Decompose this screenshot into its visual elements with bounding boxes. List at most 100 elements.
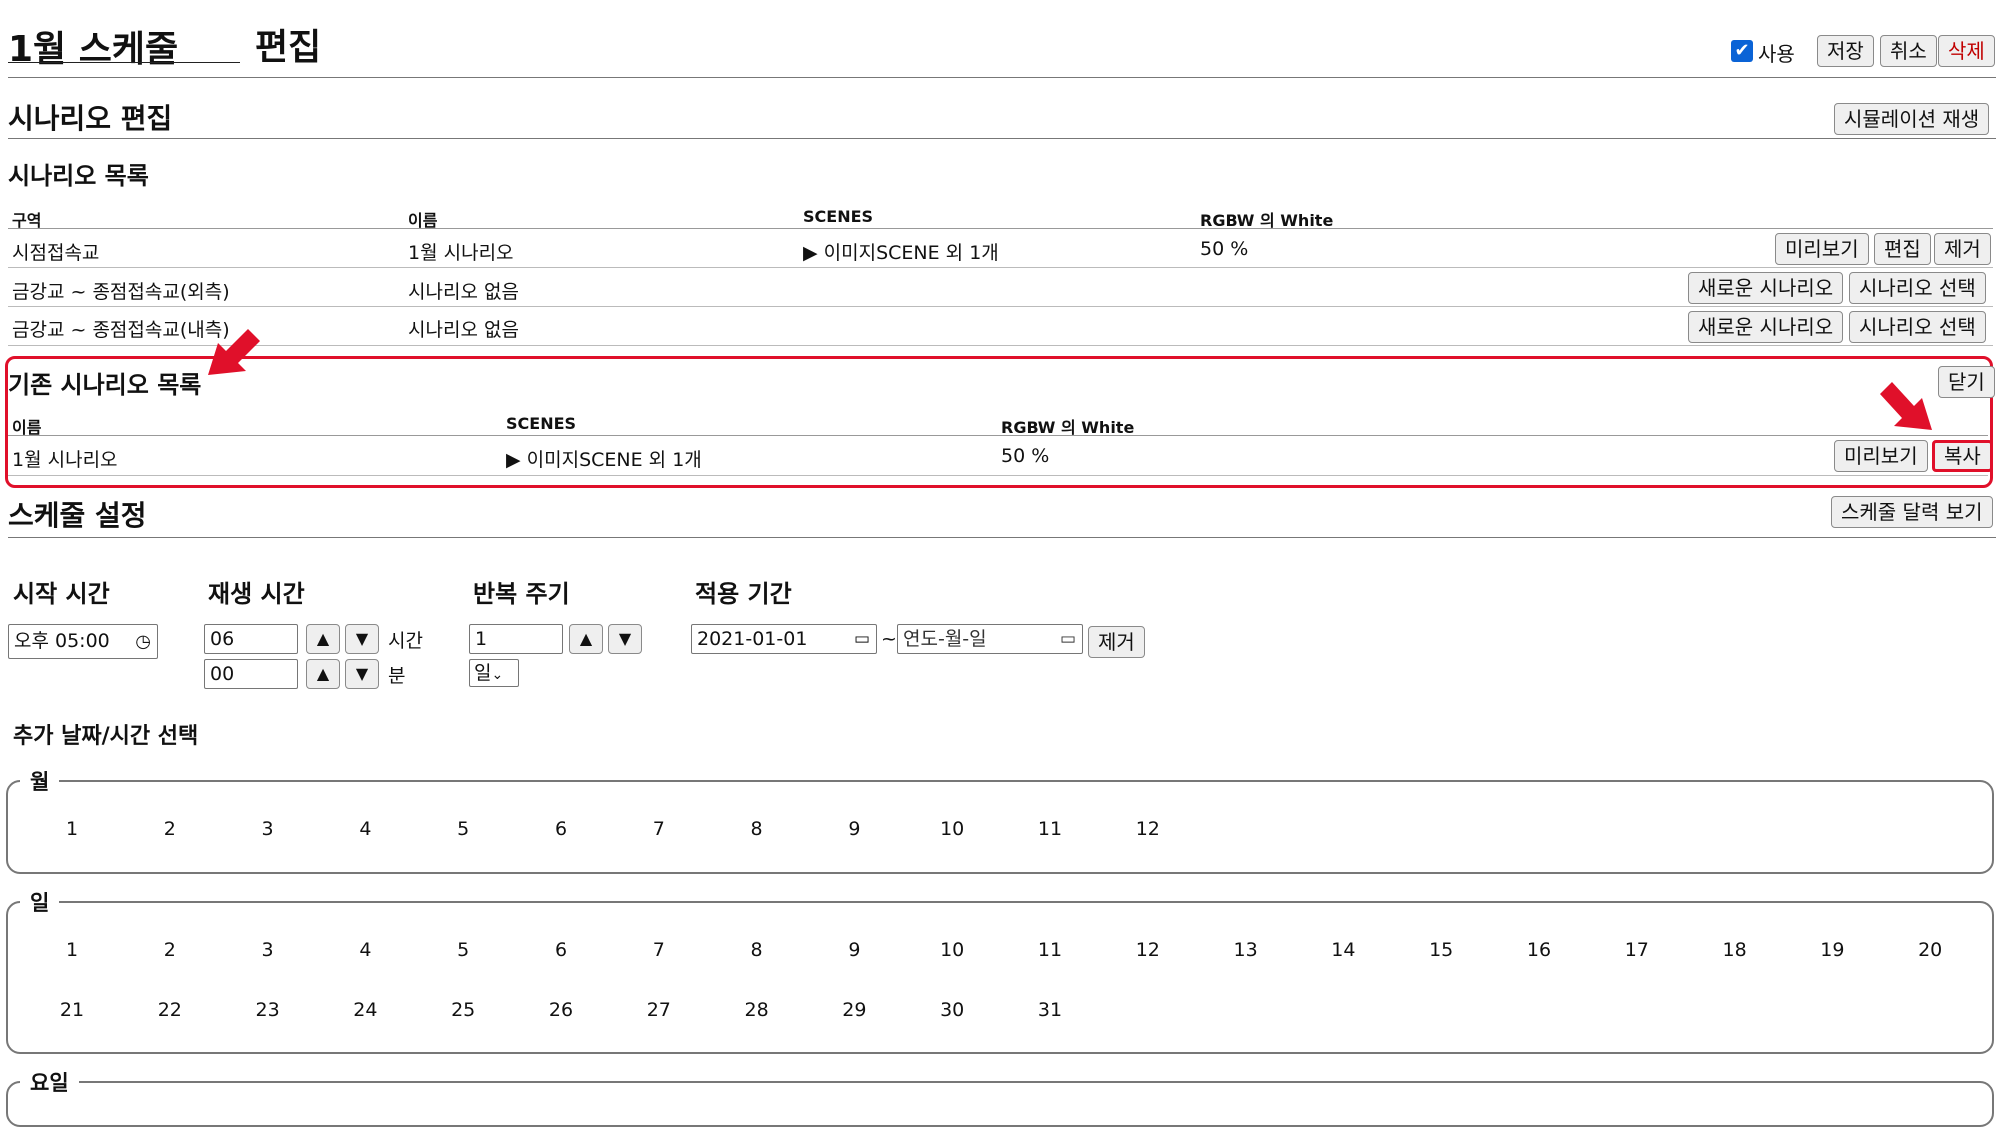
cancel-button[interactable]: 취소 bbox=[1880, 35, 1937, 67]
minutes-up-button[interactable]: ▲ bbox=[306, 659, 340, 689]
day-option[interactable]: 2 bbox=[150, 939, 190, 961]
day-option[interactable]: 29 bbox=[834, 999, 874, 1021]
month-option[interactable]: 4 bbox=[345, 818, 385, 840]
month-option[interactable]: 11 bbox=[1030, 818, 1070, 840]
copy-button[interactable]: 복사 bbox=[1932, 440, 1993, 472]
row1-preview-button[interactable]: 미리보기 bbox=[1775, 233, 1869, 265]
hours-unit: 시간 bbox=[388, 630, 423, 652]
existing-row-scenes[interactable]: ▶ 이미지SCENE 외 1개 bbox=[506, 445, 702, 472]
day-option[interactable]: 28 bbox=[737, 999, 777, 1021]
repeat-unit-select[interactable]: 일⌄ bbox=[469, 659, 519, 687]
minutes-unit: 분 bbox=[388, 665, 406, 687]
period-start-input[interactable]: 2021-01-01 ▭ bbox=[691, 624, 877, 654]
col-scenes: SCENES bbox=[803, 207, 874, 226]
day-option[interactable]: 10 bbox=[932, 939, 972, 961]
repeat-down-button[interactable]: ▼ bbox=[608, 624, 642, 654]
start-time-input[interactable]: 오후 05:00 ◷ bbox=[8, 624, 158, 659]
day-option[interactable]: 27 bbox=[639, 999, 679, 1021]
schedule-settings-title: 스케줄 설정 bbox=[8, 499, 147, 532]
play-hours-input[interactable]: 06 bbox=[204, 624, 298, 654]
row-divider bbox=[8, 267, 1993, 268]
day-option[interactable]: 26 bbox=[541, 999, 581, 1021]
row2-new-scenario-button[interactable]: 새로운 시나리오 bbox=[1688, 272, 1844, 304]
existing-row-name: 1월 시나리오 bbox=[12, 449, 118, 471]
day-option[interactable]: 11 bbox=[1030, 939, 1070, 961]
row1-zone: 시점접속교 bbox=[12, 242, 100, 264]
day-option[interactable]: 1 bbox=[52, 939, 92, 961]
start-time-label: 시작 시간 bbox=[13, 580, 110, 608]
day-option[interactable]: 17 bbox=[1617, 939, 1657, 961]
day-option[interactable]: 16 bbox=[1519, 939, 1559, 961]
row1-edit-button[interactable]: 편집 bbox=[1874, 233, 1931, 265]
existing-row-divider bbox=[8, 475, 1988, 476]
period-separator: ~ bbox=[881, 628, 897, 650]
row1-scenes[interactable]: ▶ 이미지SCENE 외 1개 bbox=[803, 238, 999, 265]
day-option[interactable]: 31 bbox=[1030, 999, 1070, 1021]
row2-zone: 금강교 ~ 종점접속교(외측) bbox=[12, 281, 230, 303]
day-option[interactable]: 6 bbox=[541, 939, 581, 961]
day-option[interactable]: 23 bbox=[248, 999, 288, 1021]
day-option[interactable]: 18 bbox=[1715, 939, 1755, 961]
edit-label: 편집 bbox=[255, 27, 322, 68]
month-option[interactable]: 2 bbox=[150, 818, 190, 840]
scenario-edit-title: 시나리오 편집 bbox=[8, 102, 173, 135]
day-option[interactable]: 21 bbox=[52, 999, 92, 1021]
month-option[interactable]: 12 bbox=[1128, 818, 1168, 840]
month-option[interactable]: 10 bbox=[932, 818, 972, 840]
day-option[interactable]: 15 bbox=[1421, 939, 1461, 961]
close-button[interactable]: 닫기 bbox=[1938, 366, 1995, 398]
month-option[interactable]: 9 bbox=[834, 818, 874, 840]
simulate-button[interactable]: 시뮬레이션 재생 bbox=[1834, 103, 1990, 135]
scenario-list-title: 시나리오 목록 bbox=[8, 162, 149, 190]
minutes-down-button[interactable]: ▼ bbox=[345, 659, 379, 689]
calendar-icon: ▭ bbox=[853, 629, 870, 649]
hours-up-button[interactable]: ▲ bbox=[306, 624, 340, 654]
repeat-up-button[interactable]: ▲ bbox=[569, 624, 603, 654]
day-option[interactable]: 7 bbox=[639, 939, 679, 961]
pointer-arrow-icon bbox=[208, 329, 260, 375]
repeat-input[interactable]: 1 bbox=[469, 624, 563, 654]
schedule-title[interactable]: 1월 스케줄 bbox=[8, 20, 178, 72]
save-button[interactable]: 저장 bbox=[1817, 35, 1874, 67]
row3-select-scenario-button[interactable]: 시나리오 선택 bbox=[1849, 311, 1986, 343]
month-option[interactable]: 5 bbox=[443, 818, 483, 840]
chevron-down-icon: ⌄ bbox=[491, 667, 504, 683]
month-option[interactable]: 8 bbox=[737, 818, 777, 840]
day-option[interactable]: 12 bbox=[1128, 939, 1168, 961]
repeat-unit-value: 일 bbox=[474, 662, 492, 684]
month-option[interactable]: 6 bbox=[541, 818, 581, 840]
existing-list-highlight bbox=[5, 356, 1993, 488]
hours-down-button[interactable]: ▼ bbox=[345, 624, 379, 654]
play-minutes-input[interactable]: 00 bbox=[204, 659, 298, 689]
start-time-value: 오후 05:00 bbox=[14, 630, 110, 652]
calendar-button[interactable]: 스케줄 달력 보기 bbox=[1831, 496, 1993, 528]
period-remove-button[interactable]: 제거 bbox=[1088, 626, 1145, 658]
day-option[interactable]: 13 bbox=[1226, 939, 1266, 961]
day-option[interactable]: 8 bbox=[737, 939, 777, 961]
day-option[interactable]: 5 bbox=[443, 939, 483, 961]
day-option[interactable]: 30 bbox=[932, 999, 972, 1021]
day-option[interactable]: 4 bbox=[345, 939, 385, 961]
row1-name: 1월 시나리오 bbox=[408, 242, 514, 264]
table-header-line bbox=[8, 228, 1993, 229]
day-option[interactable]: 25 bbox=[443, 999, 483, 1021]
day-option[interactable]: 9 bbox=[834, 939, 874, 961]
month-option[interactable]: 3 bbox=[248, 818, 288, 840]
day-option[interactable]: 24 bbox=[345, 999, 385, 1021]
row3-new-scenario-button[interactable]: 새로운 시나리오 bbox=[1688, 311, 1844, 343]
month-option[interactable]: 7 bbox=[639, 818, 679, 840]
month-legend: 월 bbox=[30, 770, 50, 794]
day-option[interactable]: 3 bbox=[248, 939, 288, 961]
day-option[interactable]: 14 bbox=[1323, 939, 1363, 961]
delete-button[interactable]: 삭제 bbox=[1938, 35, 1995, 67]
day-option[interactable]: 22 bbox=[150, 999, 190, 1021]
row2-select-scenario-button[interactable]: 시나리오 선택 bbox=[1849, 272, 1986, 304]
row1-remove-button[interactable]: 제거 bbox=[1934, 233, 1991, 265]
day-option[interactable]: 19 bbox=[1812, 939, 1852, 961]
period-end-input[interactable]: 연도-월-일 ▭ bbox=[897, 624, 1083, 654]
existing-preview-button[interactable]: 미리보기 bbox=[1834, 440, 1928, 472]
month-option[interactable]: 1 bbox=[52, 818, 92, 840]
row-divider bbox=[8, 306, 1993, 307]
use-checkbox[interactable]: ✔ bbox=[1731, 40, 1753, 62]
day-option[interactable]: 20 bbox=[1910, 939, 1950, 961]
